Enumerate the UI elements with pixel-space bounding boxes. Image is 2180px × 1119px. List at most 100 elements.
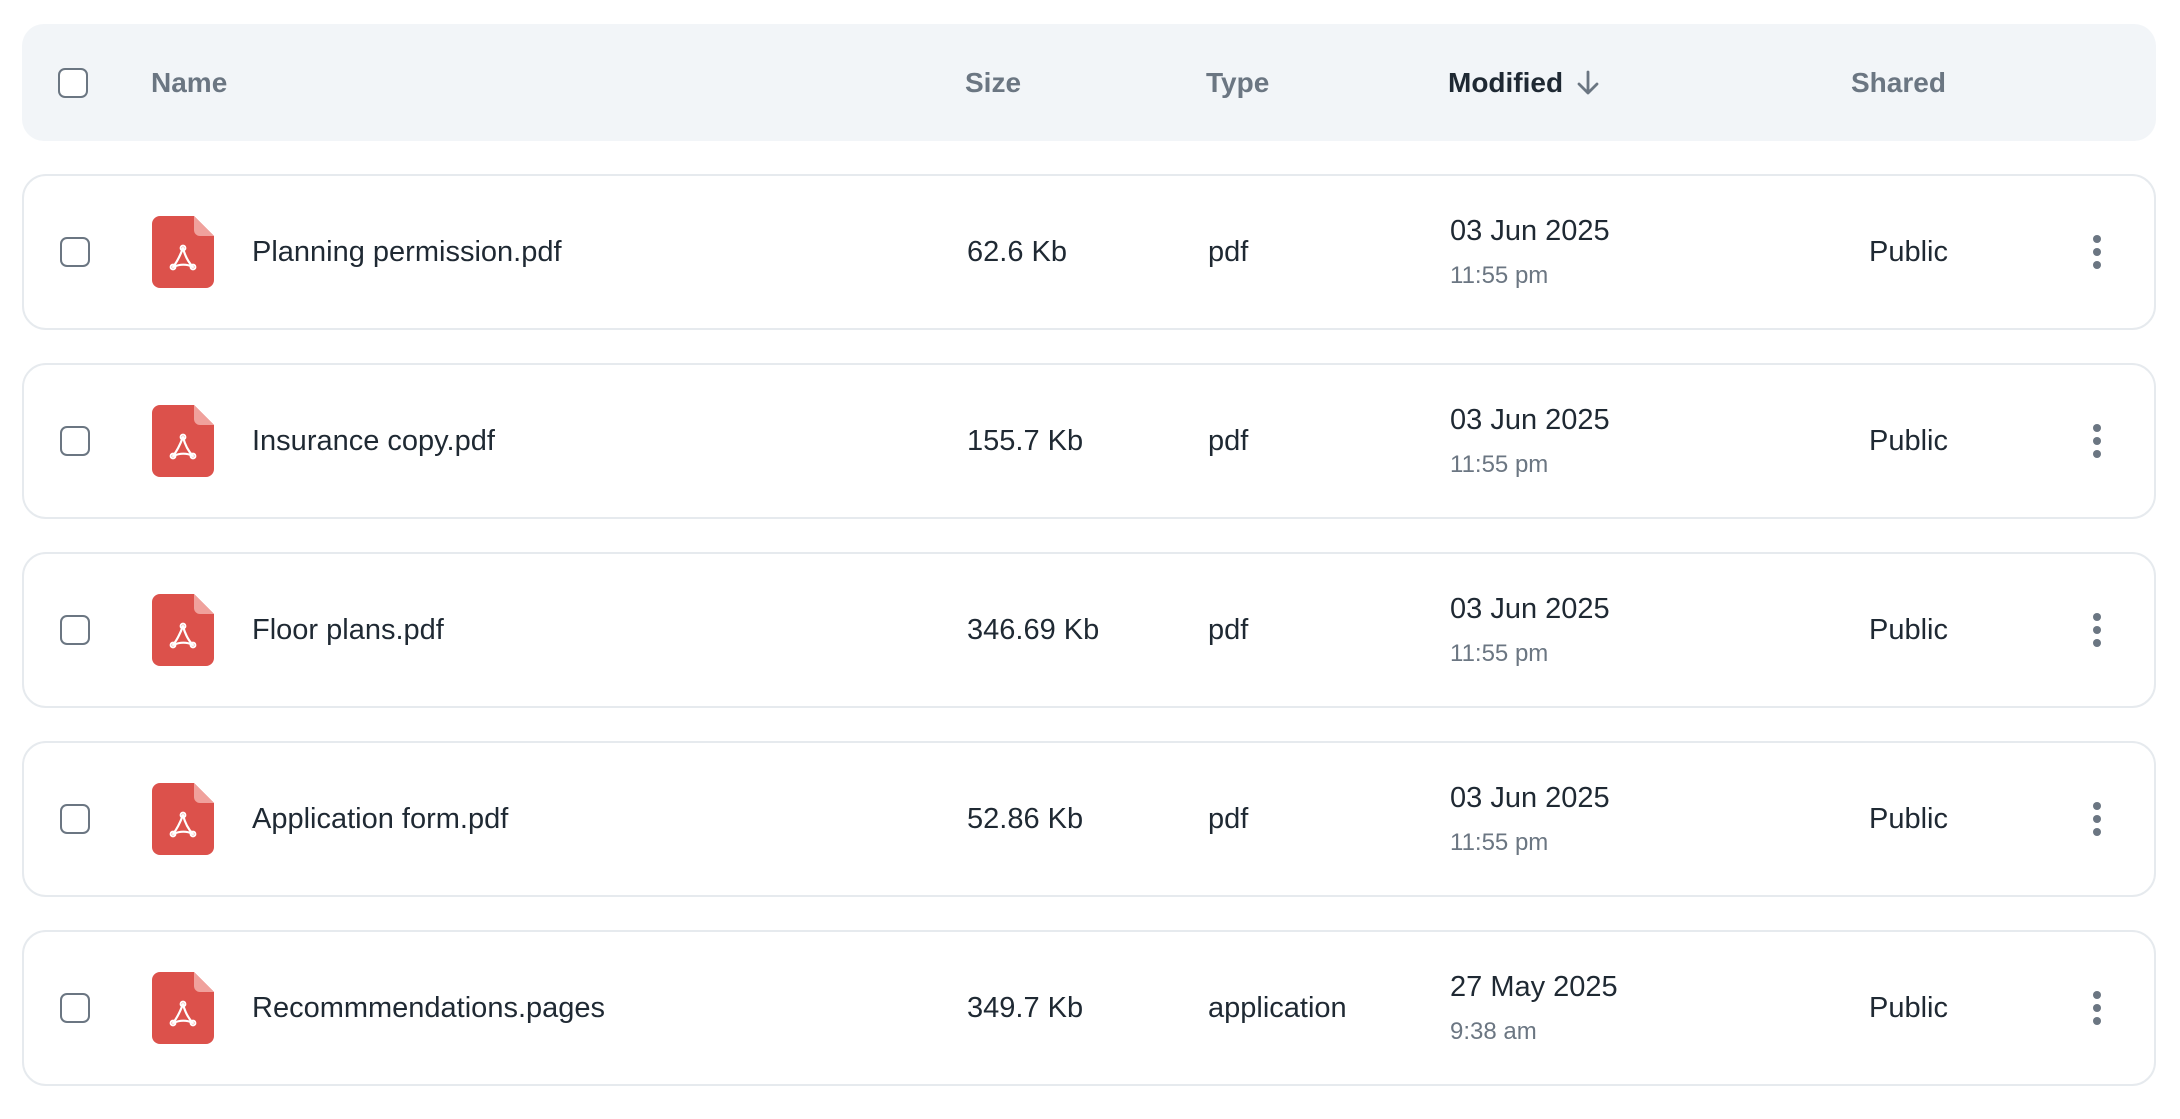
shared-column-header[interactable]: Shared [1851, 24, 1946, 141]
type-column-header[interactable]: Type [1206, 24, 1269, 141]
shared-status: Public [1869, 613, 1948, 646]
more-actions-button[interactable] [2080, 603, 2114, 657]
file-name[interactable]: Insurance copy.pdf [252, 425, 495, 458]
row-actions-cell [2080, 365, 2114, 517]
row-select-cell [60, 176, 90, 328]
file-name[interactable]: Planning permission.pdf [252, 236, 562, 269]
vertical-ellipsis-icon [2093, 613, 2101, 647]
name-header-label: Name [151, 66, 228, 98]
file-modified-cell: 03 Jun 2025 11:55 pm [1450, 743, 1610, 895]
file-name-cell[interactable]: Recommmendations.pages [152, 932, 605, 1084]
more-actions-button[interactable] [2080, 792, 2114, 846]
row-checkbox[interactable] [60, 426, 90, 456]
pdf-file-icon [152, 783, 214, 855]
type-header-label: Type [1206, 66, 1270, 98]
name-column-header[interactable]: Name [151, 24, 227, 141]
modified-time: 11:55 pm [1450, 828, 1549, 856]
shared-cell: Public [1869, 743, 1948, 895]
row-actions-cell [2080, 932, 2114, 1084]
shared-cell: Public [1869, 176, 1948, 328]
shared-header-label: Shared [1851, 66, 1946, 98]
file-name[interactable]: Floor plans.pdf [252, 614, 444, 647]
file-name-cell[interactable]: Floor plans.pdf [152, 554, 444, 706]
file-row[interactable]: Insurance copy.pdf 155.7 Kb pdf 03 Jun 2… [22, 363, 2156, 519]
row-checkbox[interactable] [60, 615, 90, 645]
pdf-file-icon [152, 216, 214, 288]
row-checkbox[interactable] [60, 993, 90, 1023]
row-select-cell [60, 743, 90, 895]
file-row[interactable]: Planning permission.pdf 62.6 Kb pdf 03 J… [22, 174, 2156, 330]
file-size-cell: 155.7 Kb [967, 365, 1083, 517]
modified-stack: 03 Jun 2025 11:55 pm [1450, 782, 1610, 857]
select-all-checkbox[interactable] [58, 67, 88, 98]
row-actions-cell [2080, 554, 2114, 706]
modified-date: 03 Jun 2025 [1450, 592, 1610, 625]
shared-cell: Public [1869, 365, 1948, 517]
file-modified-cell: 03 Jun 2025 11:55 pm [1450, 365, 1610, 517]
file-name-cell[interactable]: Application form.pdf [152, 743, 508, 895]
size-column-header[interactable]: Size [965, 24, 1021, 141]
file-size: 346.69 Kb [967, 613, 1100, 646]
more-actions-button[interactable] [2080, 225, 2114, 279]
file-rows: Planning permission.pdf 62.6 Kb pdf 03 J… [22, 174, 2156, 1119]
file-modified-cell: 03 Jun 2025 11:55 pm [1450, 176, 1610, 328]
file-size: 155.7 Kb [967, 424, 1084, 457]
shared-status: Public [1869, 235, 1948, 268]
shared-status: Public [1869, 802, 1948, 835]
shared-status: Public [1869, 991, 1948, 1024]
modified-stack: 27 May 2025 9:38 am [1450, 971, 1618, 1046]
modified-time: 11:55 pm [1450, 639, 1549, 667]
file-name-cell[interactable]: Insurance copy.pdf [152, 365, 495, 517]
file-type: pdf [1208, 802, 1249, 835]
file-type: pdf [1208, 424, 1249, 457]
file-type-cell: pdf [1208, 365, 1248, 517]
file-size: 62.6 Kb [967, 235, 1067, 268]
more-actions-button[interactable] [2080, 414, 2114, 468]
file-name[interactable]: Recommmendations.pages [252, 992, 605, 1025]
row-checkbox[interactable] [60, 237, 90, 267]
file-size-cell: 52.86 Kb [967, 743, 1083, 895]
file-name[interactable]: Application form.pdf [252, 803, 508, 836]
file-type-cell: pdf [1208, 176, 1248, 328]
modified-column-header[interactable]: Modified [1448, 24, 1603, 141]
modified-date: 27 May 2025 [1450, 970, 1618, 1003]
more-actions-button[interactable] [2080, 981, 2114, 1035]
row-actions-cell [2080, 176, 2114, 328]
file-row[interactable]: Recommmendations.pages 349.7 Kb applicat… [22, 930, 2156, 1086]
arrow-down-icon[interactable] [1573, 68, 1603, 98]
file-size-cell: 349.7 Kb [967, 932, 1083, 1084]
modified-stack: 03 Jun 2025 11:55 pm [1450, 593, 1610, 668]
vertical-ellipsis-icon [2093, 235, 2101, 269]
row-select-cell [60, 932, 90, 1084]
pdf-file-icon [152, 405, 214, 477]
file-type: application [1208, 991, 1347, 1024]
file-type: pdf [1208, 613, 1249, 646]
file-modified-cell: 03 Jun 2025 11:55 pm [1450, 554, 1610, 706]
file-modified-cell: 27 May 2025 9:38 am [1450, 932, 1618, 1084]
pdf-file-icon [152, 594, 214, 666]
modified-stack: 03 Jun 2025 11:55 pm [1450, 404, 1610, 479]
file-row[interactable]: Application form.pdf 52.86 Kb pdf 03 Jun… [22, 741, 2156, 897]
shared-status: Public [1869, 424, 1948, 457]
select-all-cell [58, 24, 88, 141]
file-size-cell: 62.6 Kb [967, 176, 1067, 328]
vertical-ellipsis-icon [2093, 802, 2101, 836]
file-size: 52.86 Kb [967, 802, 1084, 835]
row-actions-cell [2080, 743, 2114, 895]
file-list-page: Name Size Type Modified Shared Planning … [0, 0, 2180, 1110]
file-type-cell: application [1208, 932, 1347, 1084]
modified-time: 11:55 pm [1450, 261, 1549, 289]
modified-date: 03 Jun 2025 [1450, 403, 1610, 436]
vertical-ellipsis-icon [2093, 991, 2101, 1025]
row-select-cell [60, 365, 90, 517]
file-row[interactable]: Floor plans.pdf 346.69 Kb pdf 03 Jun 202… [22, 552, 2156, 708]
file-type-cell: pdf [1208, 554, 1248, 706]
file-name-cell[interactable]: Planning permission.pdf [152, 176, 562, 328]
file-type: pdf [1208, 235, 1249, 268]
size-header-label: Size [965, 66, 1022, 98]
modified-date: 03 Jun 2025 [1450, 214, 1610, 247]
file-size-cell: 346.69 Kb [967, 554, 1099, 706]
row-select-cell [60, 554, 90, 706]
row-checkbox[interactable] [60, 804, 90, 834]
pdf-file-icon [152, 972, 214, 1044]
